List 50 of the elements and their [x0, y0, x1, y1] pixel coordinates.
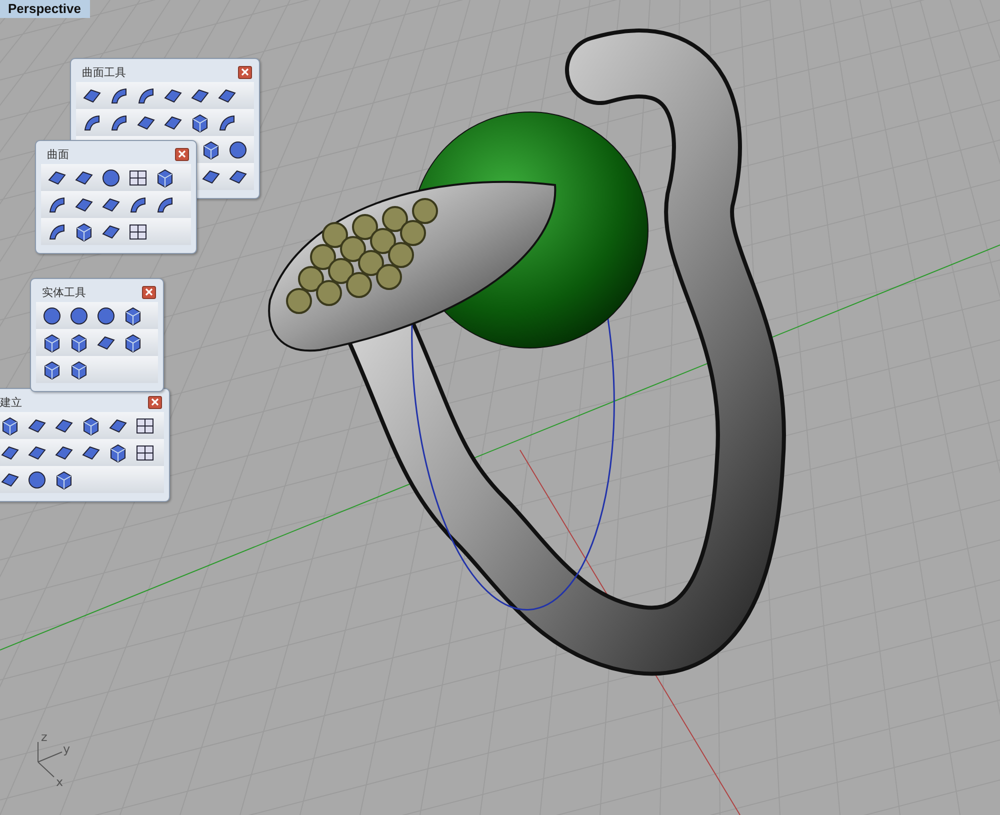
curved-surface-icon [128, 194, 148, 214]
cube-icon [42, 332, 62, 352]
cube-icon [190, 112, 210, 132]
axis-triad-icon [38, 742, 62, 778]
sphere-icon [42, 306, 62, 326]
viewport-title[interactable]: Perspective [0, 0, 90, 18]
close-button[interactable] [148, 396, 162, 408]
sphere-icon [228, 140, 248, 160]
curved-surface-icon [82, 112, 102, 132]
close-icon [241, 68, 249, 76]
point-grid-icon [128, 222, 148, 242]
close-icon [145, 288, 153, 296]
z-axis-label: z [41, 730, 48, 744]
curved-surface-icon [109, 86, 129, 106]
cube-icon [69, 360, 89, 380]
sphere-icon [69, 306, 89, 326]
cube-icon [155, 168, 175, 188]
toolbar-title: 建立 [0, 394, 22, 410]
toolbar-title: 曲面 [47, 146, 69, 162]
cube-icon [54, 470, 74, 490]
toolbar-title: 实体工具 [42, 284, 86, 300]
cube-icon [69, 332, 89, 352]
sphere-icon [96, 306, 116, 326]
curved-surface-icon [47, 194, 67, 214]
close-icon [151, 398, 159, 406]
cube-icon [74, 222, 94, 242]
point-grid-icon [128, 168, 148, 188]
close-icon [178, 150, 186, 158]
close-button[interactable] [238, 66, 252, 78]
cube-icon [123, 306, 143, 326]
close-button[interactable] [175, 148, 189, 160]
x-axis-label: x [56, 775, 64, 789]
cube-icon [42, 360, 62, 380]
cube-icon [201, 140, 221, 160]
cube-icon [123, 332, 143, 352]
cube-icon [0, 416, 20, 436]
curved-surface-icon [136, 86, 156, 106]
sphere-icon [27, 470, 47, 490]
toolbar-title: 曲面工具 [82, 64, 126, 80]
curved-surface-icon [155, 194, 175, 214]
curved-surface-icon [217, 112, 237, 132]
cube-icon [108, 442, 128, 462]
y-axis-label: y [63, 742, 70, 756]
curved-surface-icon [109, 112, 129, 132]
cube-icon [81, 416, 101, 436]
close-button[interactable] [142, 286, 156, 298]
point-grid-icon [135, 442, 155, 462]
curved-surface-icon [47, 222, 67, 242]
sphere-icon [101, 168, 121, 188]
point-grid-icon [135, 416, 155, 436]
